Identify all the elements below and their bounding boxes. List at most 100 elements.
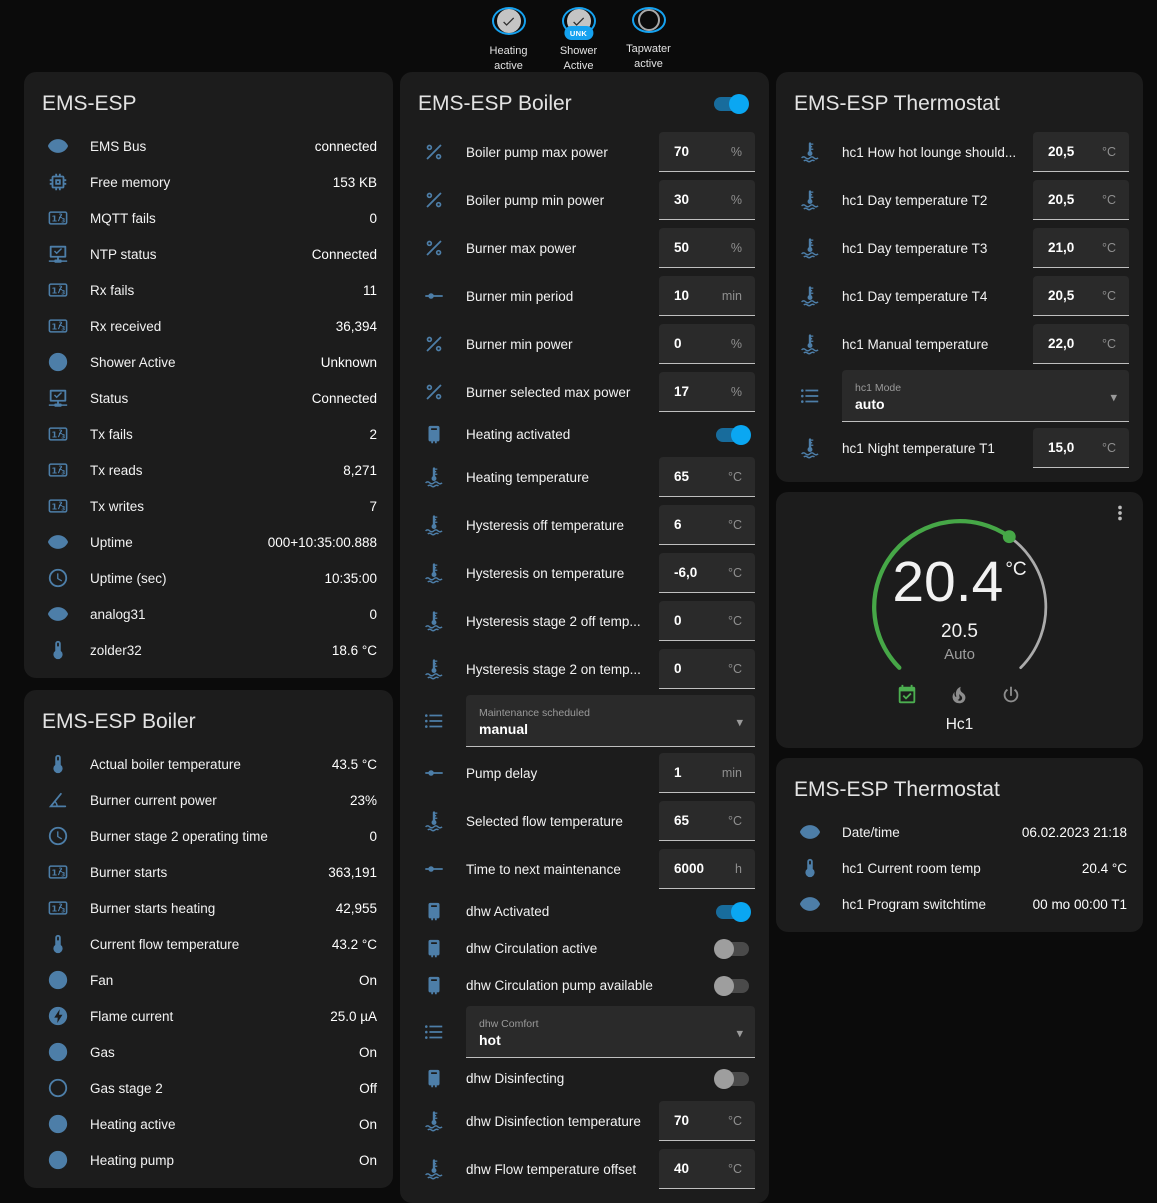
hc1-mode-row: hc1 Modeauto▾ [792,368,1129,424]
mode-off-button[interactable] [1000,684,1024,708]
counter-icon: 123 [46,458,70,482]
burner-starts-heating-row[interactable]: 123Burner starts heating42,955 [40,890,379,926]
counter-icon: 123 [46,896,70,920]
dhw-flow-temperature-offset-input[interactable]: 40°C [659,1149,755,1189]
dhw-circulation-active-toggle[interactable] [716,942,749,956]
burner-selected-max-power-input[interactable]: 17% [659,372,755,412]
boiler-pump-min-power-input[interactable]: 30% [659,180,755,220]
svg-text:1: 1 [51,285,57,295]
burner-max-power-input[interactable]: 50% [659,228,755,268]
boiler-master-toggle[interactable] [714,97,747,111]
burner-min-power-value: 0 [674,336,682,351]
svg-text:3: 3 [61,325,65,332]
svg-text:1: 1 [51,321,57,331]
selected-flow-temperature-label: Selected flow temperature [466,814,651,829]
shower-active-row[interactable]: Shower ActiveUnknown [40,344,379,380]
tx-writes-row[interactable]: 123Tx writes7 [40,488,379,524]
hc1-program-switchtime-row[interactable]: hc1 Program switchtime00 mo 00:00 T1 [792,886,1129,922]
dhw-circulation-pump-available-toggle[interactable] [716,979,749,993]
flame-current-row[interactable]: Flame current25.0 µA [40,998,379,1034]
hysteresis-stage-2-on-temp-input[interactable]: 0°C [659,649,755,689]
rx-received-label: Rx received [90,319,336,334]
rx-received-row[interactable]: 123Rx received36,394 [40,308,379,344]
boiler-pump-min-power-label: Boiler pump min power [466,193,651,208]
dhw-comfort-select[interactable]: dhw Comforthot▾ [466,1006,755,1058]
rx-fails-label: Rx fails [90,283,363,298]
status-row[interactable]: StatusConnected [40,380,379,416]
fan-row[interactable]: FanOn [40,962,379,998]
hc1-manual-temperature-label: hc1 Manual temperature [842,337,1025,352]
rx-fails-row[interactable]: 123Rx fails11 [40,272,379,308]
hc1-night-temperature-t1-unit: °C [1102,441,1116,455]
dhw-disinfecting-toggle[interactable] [716,1072,749,1086]
hysteresis-on-temperature-input[interactable]: -6,0°C [659,553,755,593]
hc1-day-temperature-t4-input[interactable]: 20,5°C [1033,276,1129,316]
uptime-sec-row[interactable]: Uptime (sec)10:35:00 [40,560,379,596]
gas-stage-2-row[interactable]: Gas stage 2Off [40,1070,379,1106]
column-left: EMS-ESP EMS BusconnectedFree memory153 K… [24,72,393,1200]
tx-fails-row[interactable]: 123Tx fails2 [40,416,379,452]
thermostat-dial-slider[interactable] [857,504,1063,710]
shower-active-badge[interactable]: UNKShower Active [550,7,608,72]
free-memory-row[interactable]: Free memory153 KB [40,164,379,200]
mode-auto-button[interactable] [896,684,920,708]
hc1-manual-temperature-input[interactable]: 22,0°C [1033,324,1129,364]
tx-reads-row[interactable]: 123Tx reads8,271 [40,452,379,488]
heating-pump-row[interactable]: Heating pumpOn [40,1142,379,1178]
burner-starts-row[interactable]: 123Burner starts363,191 [40,854,379,890]
burner-stage-2-operating-time-row[interactable]: Burner stage 2 operating time0 [40,818,379,854]
tapwater-active-badge[interactable]: Tapwater active [620,7,678,72]
actual-boiler-temperature-value: 43.5 °C [332,757,379,772]
column-middle: EMS-ESP Boiler Boiler pump max power70%B… [400,72,769,1203]
dhw-activated-toggle[interactable] [716,905,749,919]
burner-min-period-input[interactable]: 10min [659,276,755,316]
mqtt-fails-row[interactable]: 123MQTT fails0 [40,200,379,236]
hysteresis-stage-2-off-temp-input[interactable]: 0°C [659,601,755,641]
date-time-row[interactable]: Date/time06.02.2023 21:18 [792,814,1129,850]
flame-current-value: 25.0 µA [330,1009,379,1024]
hc1-current-room-temp-value: 20.4 °C [1082,861,1129,876]
date-time-label: Date/time [842,825,1022,840]
burner-current-power-row[interactable]: Burner current power23% [40,782,379,818]
hc1-mode-select[interactable]: hc1 Modeauto▾ [842,370,1129,422]
uptime-sec-label: Uptime (sec) [90,571,324,586]
ems-bus-row[interactable]: EMS Busconnected [40,128,379,164]
coolant-icon [798,436,822,460]
heating-temperature-input[interactable]: 65°C [659,457,755,497]
slider-icon [422,857,446,881]
heating-active-badge[interactable]: Heating active [480,7,538,72]
clock-icon [46,824,70,848]
uptime-row[interactable]: Uptime000+10:35:00.888 [40,524,379,560]
coolant-icon [422,561,446,585]
burner-min-power-input[interactable]: 0% [659,324,755,364]
hc1-how-hot-lounge-should-input[interactable]: 20,5°C [1033,132,1129,172]
card-title: EMS-ESP Boiler [42,710,196,734]
hc1-day-temperature-t2-input[interactable]: 20,5°C [1033,180,1129,220]
heating-active-row[interactable]: Heating activeOn [40,1106,379,1142]
maintenance-scheduled-select[interactable]: Maintenance scheduledmanual▾ [466,695,755,747]
time-to-next-maintenance-input[interactable]: 6000h [659,849,755,889]
boiler-pump-max-power-input[interactable]: 70% [659,132,755,172]
hc1-current-room-temp-row[interactable]: hc1 Current room temp20.4 °C [792,850,1129,886]
gas-row[interactable]: GasOn [40,1034,379,1070]
zolder32-row[interactable]: zolder3218.6 °C [40,632,379,668]
pump-delay-input[interactable]: 1min [659,753,755,793]
heating-activated-toggle[interactable] [716,428,749,442]
actual-boiler-temperature-row[interactable]: Actual boiler temperature43.5 °C [40,746,379,782]
flash-circle-icon [46,1004,70,1028]
percent-icon [422,332,446,356]
more-options-icon[interactable] [1109,502,1133,526]
current-flow-temperature-row[interactable]: Current flow temperature43.2 °C [40,926,379,962]
analog31-row[interactable]: analog310 [40,596,379,632]
coolant-icon [798,140,822,164]
time-to-next-maintenance-value: 6000 [674,861,704,876]
selected-flow-temperature-input[interactable]: 65°C [659,801,755,841]
ntp-status-row[interactable]: NTP statusConnected [40,236,379,272]
hc1-night-temperature-t1-input[interactable]: 15,0°C [1033,428,1129,468]
hc1-day-temperature-t3-input[interactable]: 21,0°C [1033,228,1129,268]
hysteresis-off-temperature-input[interactable]: 6°C [659,505,755,545]
pump-delay-row: Pump delay1min [416,749,755,797]
dhw-disinfection-temperature-input[interactable]: 70°C [659,1101,755,1141]
eye-icon [46,134,70,158]
mode-heat-button[interactable] [948,684,972,708]
